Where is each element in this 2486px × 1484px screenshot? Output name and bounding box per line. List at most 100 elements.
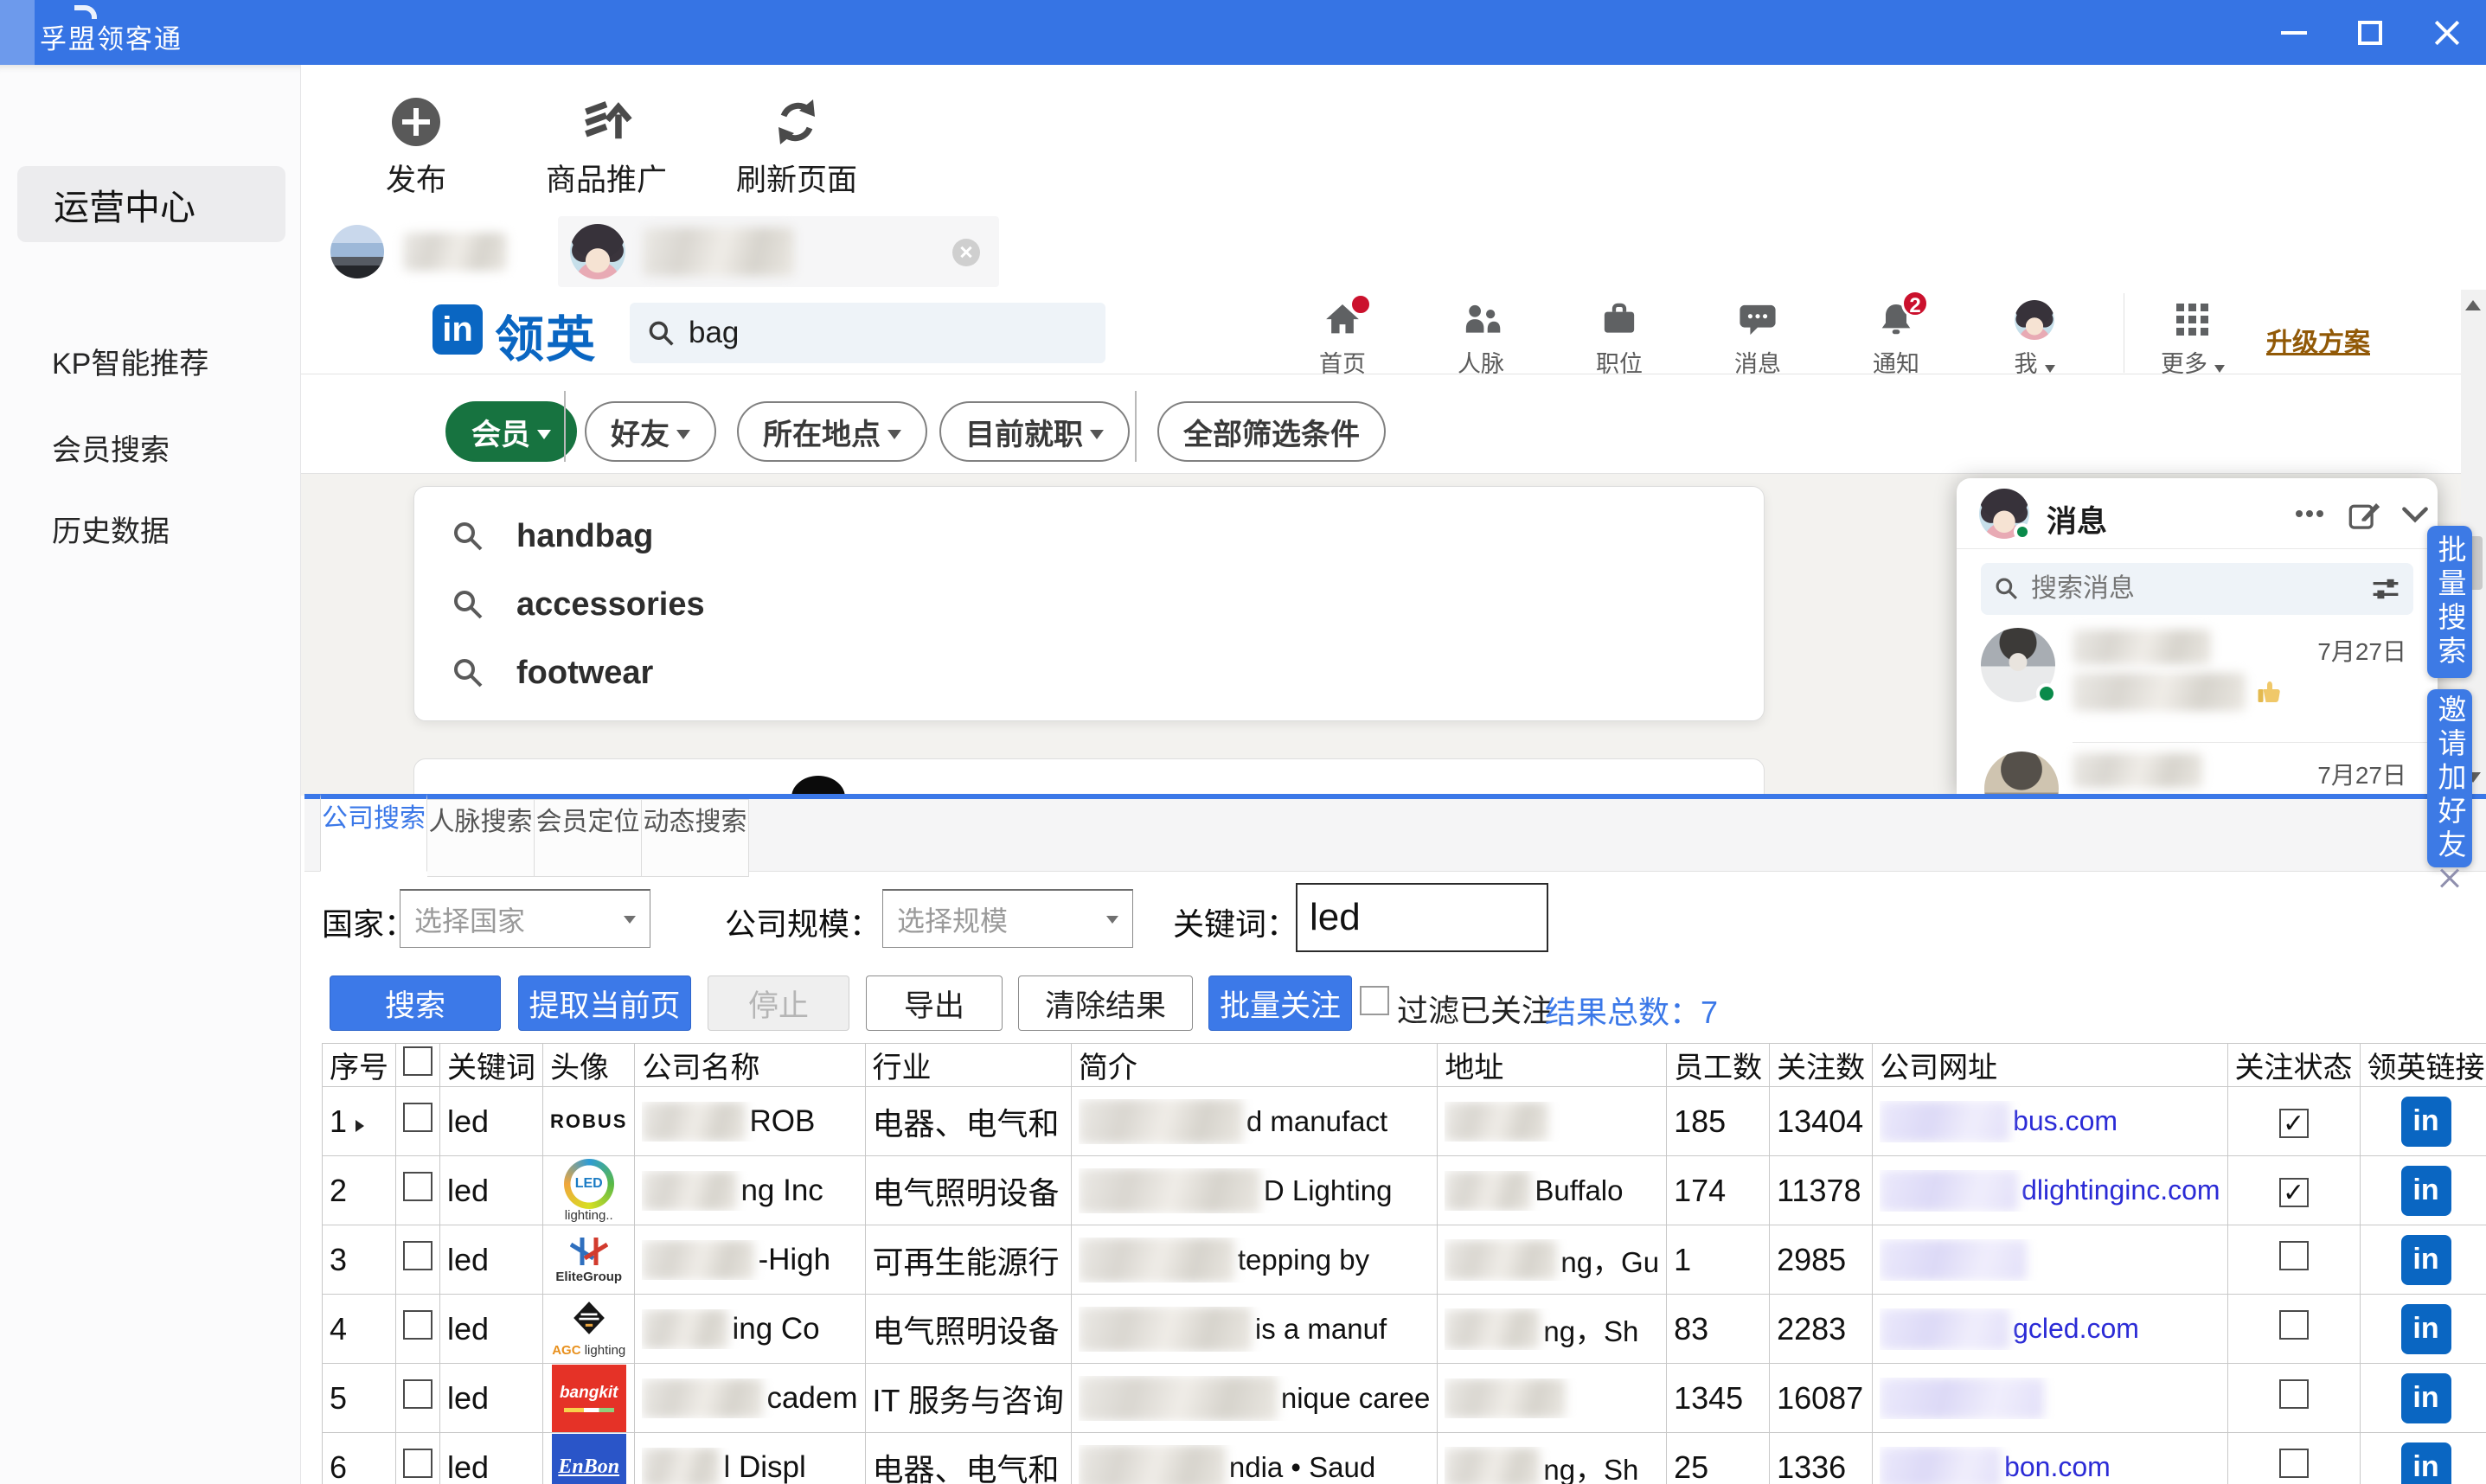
table-row: 2ledLEDlighting..ng Inc电气照明设备D LightingB… (323, 1156, 2486, 1225)
follow-status-checkbox[interactable] (2279, 1310, 2309, 1340)
tab-member-locate[interactable]: 会员定位 (535, 799, 642, 877)
follow-status-checkbox[interactable] (2279, 1449, 2309, 1478)
account-avatar-2 (570, 224, 625, 279)
batch-search-button[interactable]: 批量搜索 (2427, 526, 2472, 678)
linkedin-profile-link-icon[interactable]: in (2401, 1304, 2451, 1354)
linkedin-search-box[interactable] (630, 303, 1105, 363)
linkedin-profile-link-icon[interactable]: in (2401, 1166, 2451, 1216)
cell-index: 3 (323, 1225, 396, 1295)
cell-linkedin-link: in (2360, 1087, 2486, 1156)
follow-status-checkbox[interactable]: ✓ (2279, 1109, 2309, 1138)
scroll-up-icon[interactable] (2465, 300, 2481, 310)
nav-network[interactable]: 人脉 (1416, 298, 1546, 379)
website-link[interactable]: gcled.com (2013, 1313, 2139, 1345)
select-all-checkbox[interactable] (403, 1046, 432, 1076)
nav-home[interactable]: 首页 (1278, 298, 1407, 379)
filter-pill-current-company[interactable]: 目前就职 (939, 401, 1130, 462)
export-button[interactable]: 导出 (866, 975, 1003, 1031)
nav-notifications[interactable]: 2 通知 (1831, 298, 1961, 379)
cell-intro: tepping by (1071, 1225, 1437, 1295)
redacted-text (1445, 1378, 1566, 1418)
compose-message-icon[interactable] (2348, 499, 2380, 536)
linkedin-logo-icon[interactable]: in (432, 304, 483, 355)
close-icon (2433, 20, 2459, 46)
cell-index: 1 (323, 1087, 396, 1156)
messages-search-input[interactable] (2031, 574, 2316, 604)
clear-results-button[interactable]: 清除结果 (1018, 975, 1193, 1031)
follow-status-checkbox[interactable]: ✓ (2279, 1178, 2309, 1207)
website-link[interactable]: dlightinginc.com (2021, 1174, 2220, 1206)
follow-status-checkbox[interactable] (2279, 1241, 2309, 1270)
filter-pill-connections[interactable]: 好友 (585, 401, 716, 462)
nav-messaging[interactable]: 消息 (1693, 298, 1823, 379)
cell-address: ng，Sh (1438, 1295, 1667, 1364)
linkedin-profile-link-icon[interactable]: in (2401, 1442, 2451, 1484)
row-checkbox[interactable] (403, 1241, 432, 1270)
conversation-row[interactable]: 7月27日 (1957, 745, 2438, 796)
maximize-button[interactable] (2351, 14, 2389, 52)
upgrade-plan-link[interactable]: 升级方案 (2266, 321, 2370, 359)
keyword-input[interactable] (1297, 885, 1547, 950)
close-button[interactable] (2427, 14, 2465, 52)
batch-follow-button[interactable]: 批量关注 (1208, 975, 1352, 1031)
cell-follow-status: ✓ (2227, 1156, 2360, 1225)
filter-sliders-icon[interactable] (2372, 576, 2400, 602)
filter-followed-checkbox[interactable] (1360, 986, 1389, 1015)
company-size-select[interactable]: 选择规模 (882, 889, 1133, 948)
close-floating-icon[interactable] (2438, 867, 2462, 891)
cell-employees: 83 (1667, 1295, 1770, 1364)
stop-button[interactable]: 停止 (708, 975, 849, 1031)
cell-employees: 185 (1667, 1087, 1770, 1156)
sidebar-item-kp-recommend[interactable]: KP智能推荐 (52, 340, 208, 382)
row-checkbox[interactable] (403, 1103, 432, 1132)
all-filters-pill[interactable]: 全部筛选条件 (1157, 401, 1386, 462)
row-checkbox[interactable] (403, 1172, 432, 1201)
extract-current-page-button[interactable]: 提取当前页 (518, 975, 691, 1031)
refresh-page-button[interactable]: 刷新页面 (723, 95, 870, 200)
messages-search-box[interactable] (1981, 563, 2413, 615)
suggestion-accessories[interactable]: accessories (414, 571, 1764, 638)
search-button[interactable]: 搜索 (330, 975, 501, 1031)
tab-feed-search[interactable]: 动态搜索 (642, 799, 749, 877)
refresh-page-label: 刷新页面 (723, 156, 870, 200)
tab-people-search[interactable]: 人脉搜索 (427, 799, 535, 877)
row-checkbox[interactable] (403, 1310, 432, 1340)
nav-me[interactable]: 我 (1970, 298, 2099, 379)
collapse-panel-icon[interactable] (2400, 499, 2431, 533)
account-tab-2-active[interactable] (558, 216, 999, 287)
filter-pill-location[interactable]: 所在地点 (737, 401, 927, 462)
linkedin-profile-link-icon[interactable]: in (2401, 1097, 2451, 1147)
sidebar-item-history-data[interactable]: 历史数据 (52, 508, 170, 550)
redacted-text (1079, 1168, 1260, 1213)
minimize-button[interactable] (2275, 14, 2313, 52)
sidebar-item-operations[interactable]: 运营中心 (17, 166, 285, 242)
country-select[interactable]: 选择国家 (400, 889, 650, 948)
row-checkbox[interactable] (403, 1449, 432, 1478)
close-account-tab-icon[interactable] (952, 239, 980, 266)
publish-button[interactable]: 发布 (343, 95, 490, 200)
suggestion-handbag[interactable]: handbag (414, 502, 1764, 570)
nav-more[interactable]: 更多 (2137, 298, 2249, 379)
column-header: 头像 (543, 1044, 635, 1087)
tab-company-search[interactable]: 公司搜索 (320, 794, 427, 872)
search-icon (452, 521, 484, 552)
cell-avatar: EnBon (543, 1433, 635, 1484)
messages-more-icon[interactable] (2292, 499, 2327, 533)
product-promote-button[interactable]: 商品推广 (533, 95, 680, 200)
invite-friends-button[interactable]: 邀请加好友 (2427, 689, 2472, 867)
website-link[interactable]: bus.com (2013, 1105, 2118, 1137)
follow-status-checkbox[interactable] (2279, 1379, 2309, 1409)
conversation-row[interactable]: 7月27日 (1957, 619, 2438, 740)
cell-index: 5 (323, 1364, 396, 1433)
row-checkbox[interactable] (403, 1379, 432, 1409)
linkedin-profile-link-icon[interactable]: in (2401, 1235, 2451, 1285)
linkedin-search-input[interactable] (689, 316, 1069, 350)
website-link[interactable]: bon.com (2004, 1451, 2111, 1483)
suggestion-footwear[interactable]: footwear (414, 639, 1764, 707)
cell-intro: D Lighting (1071, 1156, 1437, 1225)
linkedin-profile-link-icon[interactable]: in (2401, 1373, 2451, 1423)
account-tab-1[interactable] (318, 216, 545, 287)
sidebar-item-member-search[interactable]: 会员搜索 (52, 426, 170, 469)
nav-jobs[interactable]: 职位 (1554, 298, 1684, 379)
scope-member-pill[interactable]: 会员 (445, 401, 577, 462)
